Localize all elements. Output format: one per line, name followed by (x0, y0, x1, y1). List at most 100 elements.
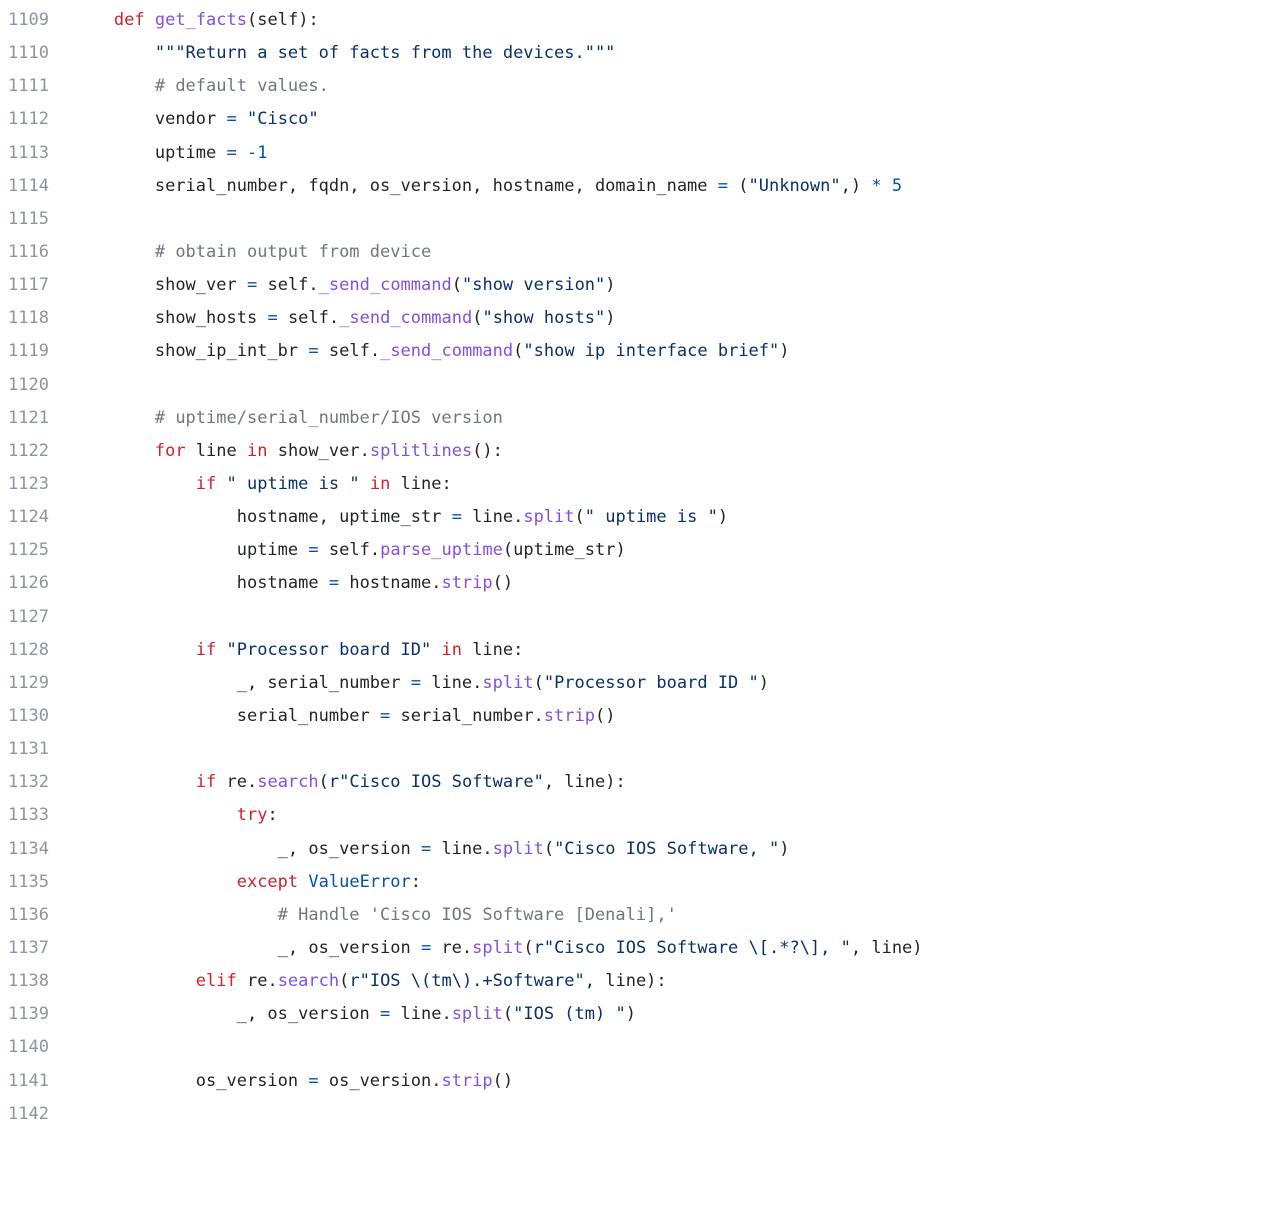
code-line[interactable]: # obtain output from device (73, 236, 1278, 269)
code-line[interactable]: except ValueError: (73, 866, 1278, 899)
token-plain (73, 673, 237, 693)
line-number: 1109 (8, 4, 49, 37)
token-fn: _send_command (380, 341, 513, 361)
code-line[interactable]: _, os_version = line.split("IOS (tm) ") (73, 998, 1278, 1031)
token-str: " uptime is " (585, 507, 718, 527)
token-plain: () (493, 1071, 513, 1091)
token-plain: re. (237, 971, 278, 991)
code-line[interactable]: hostname, uptime_str = line.split(" upti… (73, 501, 1278, 534)
token-plain (298, 872, 308, 892)
token-plain: ) (759, 673, 769, 693)
token-plain: , line): (585, 971, 667, 991)
token-str: r"IOS \(tm\).+Software" (349, 971, 584, 991)
code-line[interactable]: # uptime/serial_number/IOS version (73, 402, 1278, 435)
token-plain: ( (534, 673, 544, 693)
code-line[interactable] (73, 369, 1278, 402)
token-plain: show_ver. (267, 441, 369, 461)
token-plain: ) (605, 275, 615, 295)
token-num: 5 (892, 176, 902, 196)
code-line[interactable]: serial_number, fqdn, os_version, hostnam… (73, 170, 1278, 203)
line-number: 1139 (8, 998, 49, 1031)
code-line[interactable]: def get_facts(self): (73, 4, 1278, 37)
line-number: 1112 (8, 103, 49, 136)
code-line[interactable] (73, 601, 1278, 634)
token-plain (73, 109, 155, 129)
token-com: # obtain output from device (155, 242, 431, 262)
token-plain (73, 772, 196, 792)
token-self: self (329, 540, 370, 560)
token-plain (73, 76, 155, 96)
token-self: self (257, 10, 298, 30)
code-line[interactable]: # default values. (73, 70, 1278, 103)
code-line[interactable] (73, 1031, 1278, 1064)
code-line[interactable]: os_version = os_version.strip() (73, 1065, 1278, 1098)
code-line[interactable] (73, 733, 1278, 766)
code-line[interactable]: _, serial_number = line.split("Processor… (73, 667, 1278, 700)
code-line[interactable]: uptime = -1 (73, 137, 1278, 170)
code-line[interactable]: vendor = "Cisco" (73, 103, 1278, 136)
token-plain: ( (339, 971, 349, 991)
token-plain (73, 805, 237, 825)
code-line[interactable]: try: (73, 799, 1278, 832)
code-line[interactable] (73, 1098, 1278, 1131)
token-fn: _send_command (319, 275, 452, 295)
token-plain (216, 640, 226, 660)
token-plain: show_ip_int_br (155, 341, 309, 361)
code-line[interactable]: show_hosts = self._send_command("show ho… (73, 302, 1278, 335)
token-plain (237, 109, 247, 129)
line-number: 1142 (8, 1098, 49, 1131)
code-line[interactable]: show_ver = self._send_command("show vers… (73, 269, 1278, 302)
line-number: 1140 (8, 1031, 49, 1064)
line-number: 1120 (8, 369, 49, 402)
token-str: "Cisco" (247, 109, 319, 129)
code-line[interactable]: if "Processor board ID" in line: (73, 634, 1278, 667)
code-line[interactable]: show_ip_int_br = self._send_command("sho… (73, 335, 1278, 368)
token-plain (360, 474, 370, 494)
token-plain: ( (503, 1004, 513, 1024)
code-line[interactable]: _, os_version = line.split("Cisco IOS So… (73, 833, 1278, 866)
code-line[interactable]: for line in show_ver.splitlines(): (73, 435, 1278, 468)
token-plain: line. (462, 507, 523, 527)
code-line[interactable]: uptime = self.parse_uptime(uptime_str) (73, 534, 1278, 567)
code-area[interactable]: def get_facts(self): """Return a set of … (73, 4, 1278, 1131)
token-fn: parse_uptime (380, 540, 503, 560)
code-line[interactable]: if re.search(r"Cisco IOS Software", line… (73, 766, 1278, 799)
token-plain: hostname. (339, 573, 441, 593)
token-plain (73, 706, 237, 726)
token-op: = (421, 839, 431, 859)
line-number: 1137 (8, 932, 49, 965)
token-plain: . (370, 540, 380, 560)
code-line[interactable]: if " uptime is " in line: (73, 468, 1278, 501)
code-line[interactable]: serial_number = serial_number.strip() (73, 700, 1278, 733)
token-op: = (227, 143, 237, 163)
token-plain: ( (319, 772, 329, 792)
token-com: # Handle 'Cisco IOS Software [Denali],' (278, 905, 677, 925)
token-plain: os_version (196, 1071, 309, 1091)
token-self: self (288, 308, 329, 328)
code-line[interactable]: _, os_version = re.split(r"Cisco IOS Sof… (73, 932, 1278, 965)
token-str: r"Cisco IOS Software" (329, 772, 544, 792)
code-line[interactable]: # Handle 'Cisco IOS Software [Denali],' (73, 899, 1278, 932)
code-line[interactable]: elif re.search(r"IOS \(tm\).+Software", … (73, 965, 1278, 998)
token-kw: if (196, 640, 216, 660)
line-number: 1141 (8, 1065, 49, 1098)
line-number: 1114 (8, 170, 49, 203)
token-plain (278, 308, 288, 328)
token-plain: _, os_version (278, 839, 421, 859)
token-op: - (247, 143, 257, 163)
line-number: 1132 (8, 766, 49, 799)
code-line[interactable] (73, 203, 1278, 236)
line-number: 1123 (8, 468, 49, 501)
token-op: = (718, 176, 728, 196)
token-plain (257, 275, 267, 295)
code-line[interactable]: """Return a set of facts from the device… (73, 37, 1278, 70)
code-line[interactable]: hostname = hostname.strip() (73, 567, 1278, 600)
token-plain: line (186, 441, 247, 461)
token-plain (73, 341, 155, 361)
line-number: 1121 (8, 402, 49, 435)
token-fn: strip (441, 1071, 492, 1091)
token-kw: in (441, 640, 461, 660)
line-number: 1127 (8, 601, 49, 634)
token-fn: strip (544, 706, 595, 726)
token-plain: () (493, 573, 513, 593)
